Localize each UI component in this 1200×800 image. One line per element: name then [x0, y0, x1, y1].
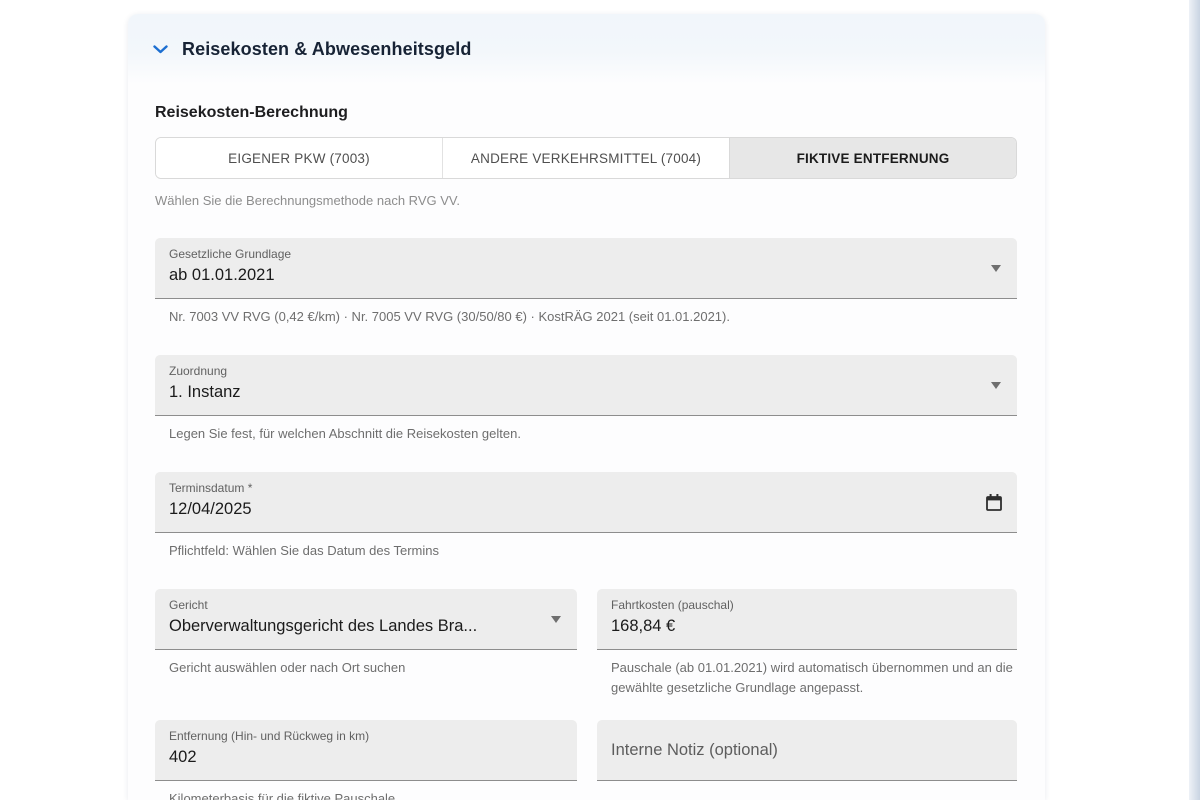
field-helper: Kilometerbasis für die fiktive Pauschale: [169, 789, 577, 800]
field-value: 402: [169, 748, 537, 767]
dropdown-arrow-icon: [551, 616, 561, 623]
field-value: 12/04/2025: [169, 500, 977, 519]
dropdown-arrow-icon: [991, 265, 1001, 272]
gesetzliche-grundlage-select[interactable]: Gesetzliche Grundlage ab 01.01.2021: [155, 238, 1017, 299]
panel-content: Reisekosten-Berechnung EIGENER PKW (7003…: [128, 104, 1045, 800]
field-label: Gesetzliche Grundlage: [169, 247, 977, 262]
field-label: Gericht: [169, 598, 537, 613]
fahrtkosten-input[interactable]: Fahrtkosten (pauschal) 168,84 €: [597, 589, 1017, 650]
tab-fiktive-entfernung[interactable]: FIKTIVE ENTFERNUNG: [729, 138, 1016, 178]
terminsdatum-date-input[interactable]: Terminsdatum * 12/04/2025: [155, 472, 1017, 533]
field-helper: Legen Sie fest, für welchen Abschnitt di…: [169, 424, 1017, 444]
field-placeholder: Interne Notiz (optional): [611, 741, 778, 760]
zuordnung-select[interactable]: Zuordnung 1. Instanz: [155, 355, 1017, 416]
calendar-icon[interactable]: [985, 493, 1003, 512]
field-value: ab 01.01.2021: [169, 266, 977, 285]
gericht-fahrtkosten-row: Gericht Oberverwaltungsgericht des Lande…: [155, 589, 1017, 698]
gesetzliche-grundlage-group: Gesetzliche Grundlage ab 01.01.2021 Nr. …: [155, 238, 1017, 327]
zuordnung-group: Zuordnung 1. Instanz Legen Sie fest, für…: [155, 355, 1017, 444]
field-value: Oberverwaltungsgericht des Landes Bra...: [169, 617, 537, 636]
section-title: Reisekosten-Berechnung: [155, 104, 1017, 122]
field-label: Zuordnung: [169, 364, 977, 379]
tab-eigener-pkw[interactable]: EIGENER PKW (7003): [156, 138, 442, 178]
panel-title: Reisekosten & Abwesenheitsgeld: [182, 39, 471, 60]
interne-notiz-input[interactable]: Interne Notiz (optional): [597, 720, 1017, 781]
vertical-scrollbar[interactable]: [1189, 0, 1200, 800]
gericht-select[interactable]: Gericht Oberverwaltungsgericht des Lande…: [155, 589, 577, 650]
field-helper: Gericht auswählen oder nach Ort suchen: [169, 658, 577, 678]
entfernung-group: Entfernung (Hin- und Rückweg in km) 402 …: [155, 720, 577, 800]
field-helper: Nr. 7003 VV RVG (0,42 €/km) · Nr. 7005 V…: [169, 307, 1017, 327]
terminsdatum-group: Terminsdatum * 12/04/2025 Pflichtfeld: W…: [155, 472, 1017, 561]
field-value: 168,84 €: [611, 617, 977, 636]
dropdown-arrow-icon: [991, 382, 1001, 389]
entfernung-input[interactable]: Entfernung (Hin- und Rückweg in km) 402: [155, 720, 577, 781]
field-label: Fahrtkosten (pauschal): [611, 598, 977, 613]
gericht-group: Gericht Oberverwaltungsgericht des Lande…: [155, 589, 577, 698]
field-helper: Pflichtfeld: Wählen Sie das Datum des Te…: [169, 541, 1017, 561]
calculation-method-tabs: EIGENER PKW (7003) ANDERE VERKEHRSMITTEL…: [155, 137, 1017, 179]
tab-andere-verkehrsmittel[interactable]: ANDERE VERKEHRSMITTEL (7004): [442, 138, 729, 178]
field-value: 1. Instanz: [169, 383, 977, 402]
interne-notiz-group: Interne Notiz (optional): [597, 720, 1017, 800]
page: Reisekosten & Abwesenheitsgeld Reisekost…: [0, 0, 1200, 800]
tabs-helper-text: Wählen Sie die Berechnungsmethode nach R…: [155, 193, 1017, 208]
reisekosten-panel: Reisekosten & Abwesenheitsgeld Reisekost…: [128, 14, 1045, 800]
field-helper: Pauschale (ab 01.01.2021) wird automatis…: [611, 658, 1017, 698]
chevron-down-icon: [153, 45, 168, 54]
fahrtkosten-group: Fahrtkosten (pauschal) 168,84 € Pauschal…: [597, 589, 1017, 698]
field-label: Entfernung (Hin- und Rückweg in km): [169, 729, 537, 744]
field-label: Terminsdatum *: [169, 481, 977, 496]
panel-header-toggle[interactable]: Reisekosten & Abwesenheitsgeld: [128, 14, 1045, 84]
entfernung-notiz-row: Entfernung (Hin- und Rückweg in km) 402 …: [155, 720, 1017, 800]
